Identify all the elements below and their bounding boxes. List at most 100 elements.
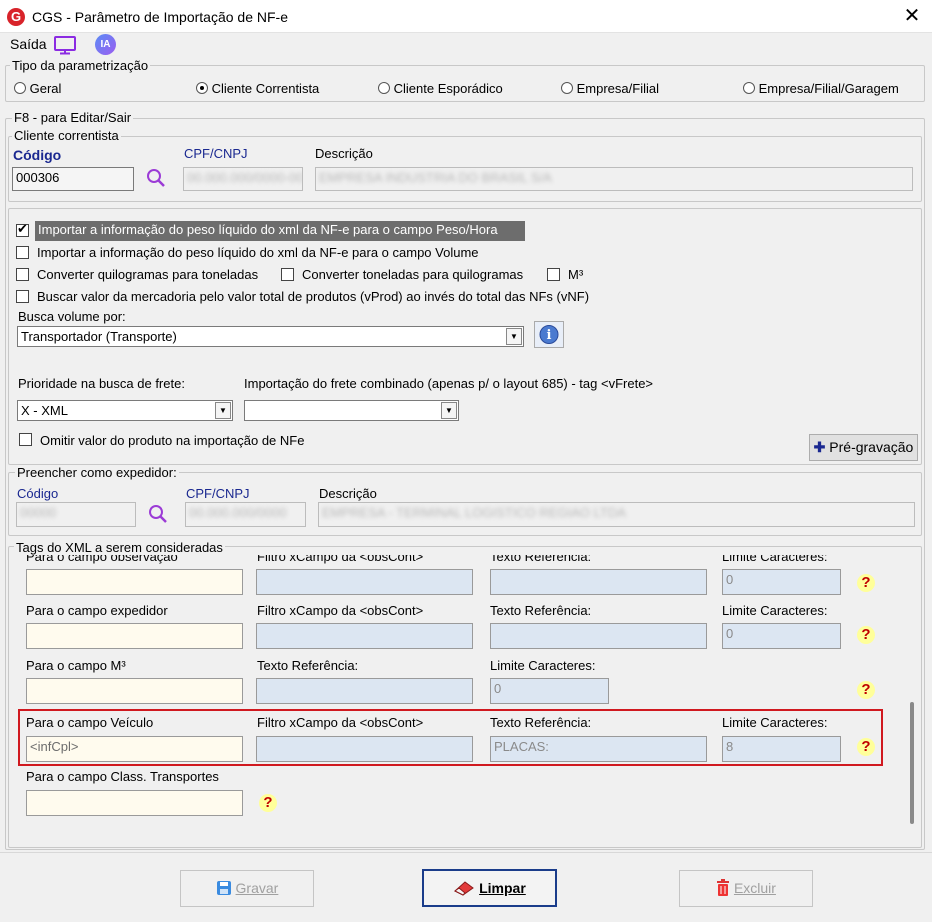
tag-row1-texto-label: Texto Referência: — [490, 603, 592, 618]
tag-row0-limite-label: Limite Caracteres: — [722, 555, 828, 564]
tag-row0-campo-label: Para o campo observação — [26, 555, 178, 564]
checkbox-m3[interactable] — [547, 268, 560, 281]
tag-row0-limite-field[interactable]: 0 — [722, 569, 841, 595]
tag-row1-limite-label: Limite Caracteres: — [722, 603, 828, 618]
tag-row3-limite-field[interactable]: 8 — [722, 736, 841, 762]
tag-row3-filtro-label: Filtro xCampo da <obsCont> — [257, 715, 424, 730]
tag-row1-texto-field[interactable] — [490, 623, 707, 649]
checkbox-omitir[interactable] — [19, 433, 32, 446]
tag-row0-campo-field[interactable] — [26, 569, 243, 595]
close-button[interactable]: ✕ — [900, 4, 924, 28]
monitor-icon[interactable] — [54, 35, 76, 58]
cliente-cpf-field: 00.000.000/0000-00 — [183, 167, 303, 191]
chevron-down-icon: ▼ — [441, 402, 457, 419]
scrollbar-thumb[interactable] — [910, 702, 914, 824]
tag-row3-texto-field[interactable]: PLACAS: — [490, 736, 707, 762]
chevron-down-icon: ▼ — [215, 402, 231, 419]
info-button[interactable]: i — [534, 321, 564, 348]
tag-row1-campo-label: Para o campo expedidor — [26, 603, 168, 618]
tag-row2-texto-field[interactable] — [256, 678, 473, 704]
checkbox-peso-hora[interactable] — [16, 222, 29, 237]
tag-row0-filtro-label: Filtro xCampo da <obsCont> — [257, 555, 424, 564]
tag-row3-campo-label: Para o campo Veículo — [26, 715, 154, 730]
radio-cliente-correntista[interactable]: Cliente Correntista — [196, 81, 319, 96]
tag-row1-filtro-field[interactable] — [256, 623, 473, 649]
label-vprod: Buscar valor da mercadoria pelo valor to… — [37, 289, 590, 304]
ia-button[interactable]: IA — [95, 34, 116, 55]
tag-row2-limite-label: Limite Caracteres: — [490, 658, 596, 673]
label-omitir: Omitir valor do produto na importação de… — [40, 433, 305, 448]
limpar-button[interactable]: Limpar — [422, 869, 557, 907]
excluir-button[interactable]: Excluir — [679, 870, 813, 907]
expedidor-codigo-field: 00000 — [16, 502, 136, 527]
cliente-descricao-label: Descrição — [315, 146, 373, 161]
cliente-descricao-field: EMPRESA INDUSTRIA DO BRASIL S/A — [315, 167, 913, 191]
f8-legend: F8 - para Editar/Sair — [12, 110, 134, 125]
busca-volume-label: Busca volume por: — [18, 309, 126, 324]
radio-empresa-filial-garagem[interactable]: Empresa/Filial/Garagem — [743, 81, 899, 96]
radio-empresa-filial[interactable]: Empresa/Filial — [561, 81, 659, 96]
chevron-down-icon: ▼ — [506, 328, 522, 345]
cliente-codigo-label: Código — [13, 147, 62, 163]
tag-row3-filtro-field[interactable] — [256, 736, 473, 762]
help-icon[interactable]: ? — [259, 794, 277, 812]
tag-row2-campo-field[interactable] — [26, 678, 243, 704]
svg-text:i: i — [547, 328, 552, 343]
tag-row3-limite-label: Limite Caracteres: — [722, 715, 828, 730]
prioridade-label: Prioridade na busca de frete: — [18, 376, 185, 391]
checkbox-vprod[interactable] — [16, 290, 29, 303]
tag-row2-limite-field[interactable]: 0 — [490, 678, 609, 704]
tag-row0-filtro-field[interactable] — [256, 569, 473, 595]
frete-select[interactable]: ▼ — [244, 400, 459, 421]
radio-geral[interactable]: Geral — [14, 81, 61, 96]
expedidor-codigo-label: Código — [17, 486, 59, 501]
app-logo-icon: G — [7, 8, 25, 26]
checkbox-ton-kg[interactable] — [281, 268, 294, 281]
gravar-button[interactable]: Gravar — [180, 870, 314, 907]
label-m3: M³ — [568, 267, 584, 282]
eraser-icon — [453, 874, 475, 908]
pre-gravacao-button[interactable]: ✚ Pré-gravação — [809, 434, 918, 461]
expedidor-cpf-field: 00.000.000/0000 — [185, 502, 306, 527]
tag-row4-campo-field[interactable] — [26, 790, 243, 816]
cliente-codigo-field[interactable]: 000306 — [12, 167, 134, 191]
tag-row1-limite-field[interactable]: 0 — [722, 623, 841, 649]
expedidor-cpf-label: CPF/CNPJ — [186, 486, 250, 501]
label-kg-ton: Converter quilogramas para toneladas — [37, 267, 259, 282]
saida-menu[interactable]: Saída — [10, 36, 47, 52]
window-title: CGS - Parâmetro de Importação de NF-e — [32, 9, 288, 25]
expedidor-legend: Preencher como expedidor: — [15, 465, 179, 480]
plus-icon: ✚ — [813, 439, 826, 455]
radio-cliente-esporadico[interactable]: Cliente Esporádico — [378, 81, 503, 96]
search-icon[interactable] — [147, 503, 169, 528]
floppy-disk-icon — [216, 874, 232, 909]
label-peso-volume: Importar a informação do peso líquido do… — [37, 245, 479, 260]
tag-row0-texto-label: Texto Referência: — [490, 555, 592, 564]
cliente-cpf-label: CPF/CNPJ — [184, 146, 248, 161]
expedidor-descricao-label: Descrição — [319, 486, 377, 501]
label-peso-hora: Importar a informação do peso líquido do… — [35, 221, 525, 241]
checkbox-kg-ton[interactable] — [16, 268, 29, 281]
tag-row4-campo-label: Para o campo Class. Transportes — [26, 769, 219, 784]
frete-label: Importação do frete combinado (apenas p/… — [244, 376, 654, 391]
busca-volume-select[interactable]: Transportador (Transporte) ▼ — [17, 326, 524, 347]
label-ton-kg: Converter toneladas para quilogramas — [302, 267, 524, 282]
tag-row1-filtro-label: Filtro xCampo da <obsCont> — [257, 603, 424, 618]
checkbox-peso-volume[interactable] — [16, 246, 29, 259]
tag-row0-texto-field[interactable] — [490, 569, 707, 595]
tag-row2-texto-label: Texto Referência: — [257, 658, 359, 673]
trash-icon — [716, 874, 730, 909]
prioridade-select[interactable]: X - XML ▼ — [17, 400, 233, 421]
help-icon[interactable]: ? — [857, 626, 875, 644]
help-icon[interactable]: ? — [857, 738, 875, 756]
tag-row3-campo-field[interactable]: <infCpl> — [26, 736, 243, 762]
search-icon[interactable] — [145, 167, 167, 192]
tags-legend: Tags do XML a serem consideradas — [14, 540, 225, 555]
expedidor-descricao-field: EMPRESA - TERMINAL LOGISTICO REGIAO LTDA — [318, 502, 915, 527]
tag-row2-campo-label: Para o campo M³ — [26, 658, 126, 673]
tag-row1-campo-field[interactable] — [26, 623, 243, 649]
footer-divider — [0, 852, 932, 853]
tipo-legend: Tipo da parametrização — [10, 58, 151, 73]
help-icon[interactable]: ? — [857, 574, 875, 592]
help-icon[interactable]: ? — [857, 681, 875, 699]
